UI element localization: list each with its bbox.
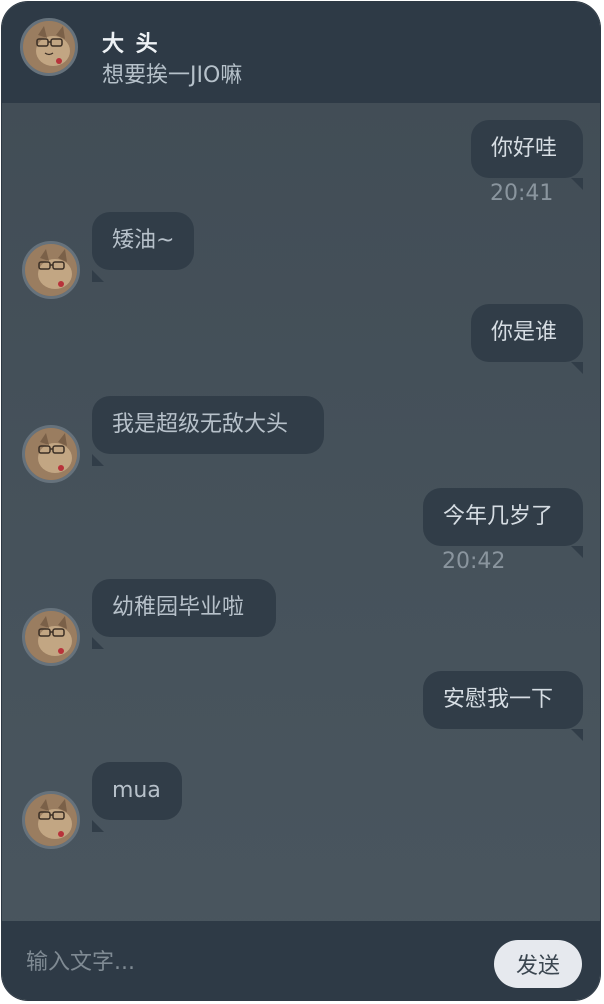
cat-avatar-icon[interactable] [22,791,80,849]
message-bubble-sent[interactable]: 你好哇 [471,120,583,178]
bubble-tail [92,820,104,832]
message-bubble-received[interactable]: mua [92,762,182,820]
message-bubble-sent[interactable]: 安慰我一下 [423,671,583,729]
chat-window: 大 头 想要挨一JIO嘛 你好哇 20:41 矮油~ 你是谁 我是超级无敌大头 … [2,2,600,1000]
bubble-tail [571,729,583,741]
message-bubble-sent[interactable]: 今年几岁了 [423,488,583,546]
bubble-tail [92,454,104,466]
bubble-tail [92,270,104,282]
bubble-tail [571,546,583,558]
bubble-tail [571,362,583,374]
message-bubble-received[interactable]: 我是超级无敌大头 [92,396,324,454]
composer-bar: 发送 [2,921,600,1000]
message-input[interactable] [20,939,472,985]
bubble-tail [571,178,583,190]
cat-avatar-icon[interactable] [22,425,80,483]
contact-status: 想要挨一JIO嘛 [102,63,243,88]
message-timestamp: 20:42 [442,549,506,574]
send-button[interactable]: 发送 [494,940,582,988]
message-list[interactable]: 你好哇 20:41 矮油~ 你是谁 我是超级无敌大头 今年几岁了 20:42 幼… [2,103,600,921]
message-timestamp: 20:41 [490,181,554,206]
message-bubble-received[interactable]: 矮油~ [92,212,194,270]
bubble-tail [92,637,104,649]
chat-header: 大 头 想要挨一JIO嘛 [2,2,600,103]
message-bubble-sent[interactable]: 你是谁 [471,304,583,362]
message-bubble-received[interactable]: 幼稚园毕业啦 [92,579,276,637]
cat-avatar-icon[interactable] [20,18,78,76]
cat-avatar-icon[interactable] [22,241,80,299]
contact-name: 大 头 [102,32,160,57]
cat-avatar-icon[interactable] [22,608,80,666]
